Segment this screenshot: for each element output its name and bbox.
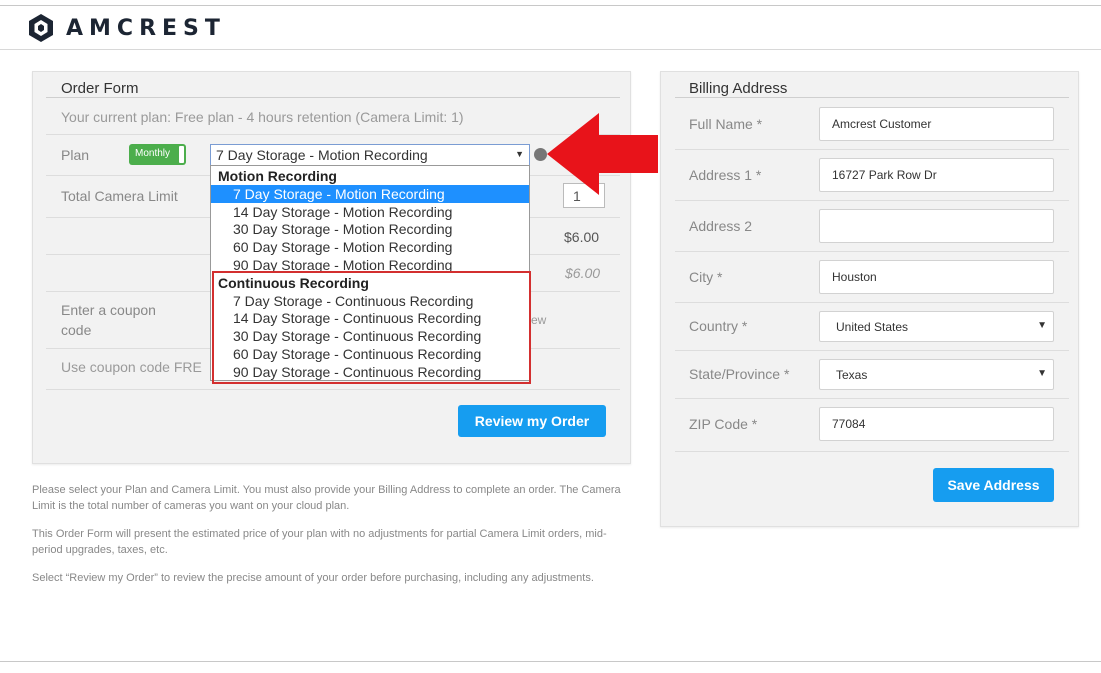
chevron-down-icon: ▼	[1037, 368, 1047, 379]
zip-label: ZIP Code *	[689, 416, 758, 432]
divider	[675, 302, 1069, 303]
total-price: $6.00	[565, 265, 601, 281]
billing-period-toggle[interactable]: Monthly	[129, 144, 186, 165]
full-name-value: Amcrest Customer	[832, 117, 932, 131]
city-field[interactable]: Houston	[819, 260, 1054, 294]
coupon-label-line-1: Enter a coupon	[61, 302, 156, 318]
full-name-field[interactable]: Amcrest Customer	[819, 107, 1054, 141]
red-arrow-icon	[547, 113, 658, 195]
address1-label: Address 1 *	[689, 167, 762, 183]
country-select[interactable]: United States ▼	[819, 311, 1054, 342]
review-order-button[interactable]: Review my Order	[458, 405, 606, 437]
plan-option[interactable]: 7 Day Storage - Motion Recording	[211, 185, 529, 203]
address2-label: Address 2	[689, 218, 753, 234]
plan-select-value: 7 Day Storage - Motion Recording	[216, 147, 428, 163]
zip-value: 77084	[832, 417, 866, 431]
header: AMCREST	[0, 6, 1101, 50]
billing-title: Billing Address	[689, 80, 788, 97]
info-icon[interactable]	[534, 148, 547, 161]
coupon-label-line-2: code	[61, 322, 92, 338]
help-text-1: Please select your Plan and Camera Limit…	[32, 484, 621, 512]
optgroup-motion-recording: Motion Recording	[218, 168, 337, 184]
coupon-button-partial[interactable]: ew	[531, 313, 546, 327]
divider	[675, 350, 1069, 351]
plan-price: $6.00	[564, 229, 600, 245]
order-form-title: Order Form	[61, 80, 139, 97]
address1-field[interactable]: 16727 Park Row Dr	[819, 158, 1054, 192]
amcrest-logo-icon	[29, 14, 53, 42]
bottom-border	[0, 661, 1101, 662]
coupon-note: Use coupon code FRE	[61, 359, 202, 375]
divider	[675, 251, 1069, 252]
plan-option[interactable]: 60 Day Storage - Motion Recording	[211, 238, 529, 256]
country-value: United States	[836, 320, 909, 334]
divider	[675, 149, 1069, 150]
country-label: Country *	[689, 318, 748, 334]
plan-label: Plan	[61, 147, 90, 163]
divider	[46, 97, 620, 98]
toggle-knob	[179, 146, 184, 163]
divider	[675, 97, 1069, 98]
plan-option[interactable]: 30 Day Storage - Motion Recording	[211, 220, 529, 238]
state-label: State/Province *	[689, 366, 790, 382]
save-address-button[interactable]: Save Address	[933, 468, 1054, 502]
address2-field[interactable]	[819, 209, 1054, 243]
brand-logo[interactable]: AMCREST	[28, 13, 226, 43]
divider	[675, 200, 1069, 201]
state-select[interactable]: Texas ▼	[819, 359, 1054, 390]
divider	[675, 398, 1069, 399]
chevron-down-icon: ▼	[515, 149, 524, 159]
state-value: Texas	[836, 368, 868, 382]
brand-name: AMCREST	[66, 15, 226, 41]
toggle-label: Monthly	[135, 148, 171, 159]
help-text-2: This Order Form will present the estimat…	[32, 528, 607, 556]
camera-limit-label: Total Camera Limit	[61, 188, 178, 204]
city-value: Houston	[832, 270, 877, 284]
divider	[46, 389, 620, 390]
city-label: City *	[689, 269, 723, 285]
plan-option[interactable]: 14 Day Storage - Motion Recording	[211, 203, 529, 221]
continuous-recording-highlight	[212, 271, 531, 384]
divider	[675, 451, 1069, 452]
address1-value: 16727 Park Row Dr	[832, 168, 937, 182]
plan-select[interactable]: 7 Day Storage - Motion Recording ▼	[210, 144, 530, 166]
full-name-label: Full Name *	[689, 116, 763, 132]
current-plan-text: Your current plan: Free plan - 4 hours r…	[61, 109, 464, 125]
chevron-down-icon: ▼	[1037, 320, 1047, 331]
help-text-3: Select “Review my Order” to review the p…	[32, 572, 594, 584]
divider	[46, 134, 620, 135]
zip-field[interactable]: 77084	[819, 407, 1054, 441]
